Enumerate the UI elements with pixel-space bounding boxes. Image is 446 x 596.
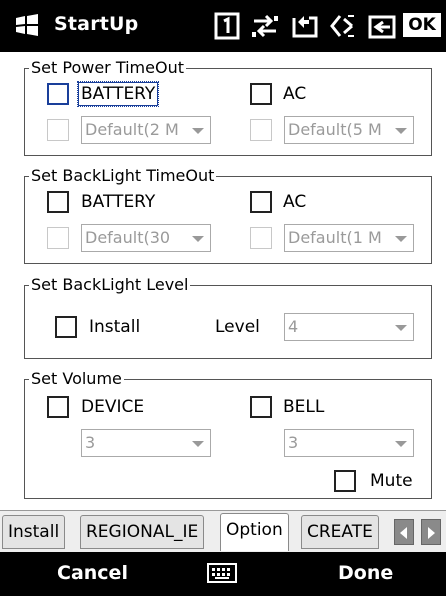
backlight-ac-timeout-select: Default(1 M [284, 224, 414, 252]
power-battery-timeout-value: Default(2 M [85, 120, 179, 139]
backlight-battery-timeout-select: Default(30 [81, 224, 211, 252]
volume-mute-label[interactable]: Mute [370, 470, 413, 492]
chevron-down-icon [395, 325, 407, 331]
volume-bell-select: 3 [284, 429, 414, 457]
backlight-level-legend: Set BackLight Level [29, 275, 191, 295]
backlight-ac-checkbox[interactable] [250, 191, 272, 213]
power-ac-label[interactable]: AC [283, 83, 306, 105]
backlight-level-value: 4 [288, 317, 299, 336]
volume-device-value: 3 [85, 433, 96, 452]
backlight-ac-timeout-value: Default(1 M [288, 228, 382, 247]
windows-start-icon[interactable] [14, 12, 40, 38]
volume-bell-label[interactable]: BELL [283, 396, 324, 418]
power-battery-timeout-select: Default(2 M [81, 116, 211, 144]
backlight-battery-label[interactable]: BATTERY [81, 191, 155, 213]
chevron-down-icon [395, 236, 407, 242]
tab-bar: Install REGIONAL_IE Option CREATE [0, 510, 446, 553]
volume-bell-checkbox[interactable] [250, 396, 272, 418]
backlight-battery-timeout-value: Default(30 [85, 228, 171, 247]
chevron-down-icon [192, 236, 204, 242]
power-ac-timeout-select: Default(5 M [284, 116, 414, 144]
power-battery-label[interactable]: BATTERY [76, 81, 160, 107]
volume-group: Set Volume DEVICE BELL 3 3 Mute [24, 369, 432, 499]
volume-legend: Set Volume [29, 369, 124, 389]
backlight-level-group: Set BackLight Level Install Level 4 [24, 275, 432, 359]
backlight-battery-default-checkbox [47, 227, 69, 249]
power-ac-default-checkbox [250, 119, 272, 141]
battery-icon[interactable] [289, 12, 319, 40]
volume-bell-value: 3 [288, 433, 299, 452]
backlight-ac-label[interactable]: AC [283, 191, 306, 213]
power-timeout-legend: Set Power TimeOut [29, 58, 186, 78]
backlight-ac-default-checkbox [250, 227, 272, 249]
backlight-level-label: Level [215, 317, 260, 337]
done-button[interactable]: Done [338, 562, 393, 584]
backlight-timeout-group: Set BackLight TimeOut BATTERY AC Default… [24, 166, 432, 264]
volume-mute-icon[interactable] [328, 12, 356, 40]
chevron-down-icon [395, 128, 407, 134]
cancel-button[interactable]: Cancel [57, 562, 128, 584]
backlight-level-select: 4 [284, 313, 414, 341]
ok-icon[interactable]: OK [403, 13, 441, 37]
power-battery-default-checkbox [47, 119, 69, 141]
backlight-timeout-legend: Set BackLight TimeOut [29, 166, 217, 186]
chevron-down-icon [395, 441, 407, 447]
tab-create[interactable]: CREATE [301, 515, 379, 549]
app-title: StartUp [54, 13, 139, 35]
chevron-down-icon [192, 441, 204, 447]
backlight-install-label[interactable]: Install [89, 316, 140, 338]
backlight-battery-checkbox[interactable] [47, 191, 69, 213]
chevron-down-icon [192, 128, 204, 134]
power-ac-checkbox[interactable] [250, 83, 272, 105]
power-timeout-group: Set Power TimeOut BATTERY AC Default(2 M… [24, 58, 432, 156]
sim-icon[interactable] [214, 12, 240, 40]
tab-install[interactable]: Install [2, 515, 66, 549]
tab-scroll-right-icon[interactable] [421, 519, 441, 545]
softkey-bar: Cancel Done [0, 552, 446, 596]
connectivity-icon[interactable] [250, 12, 280, 40]
tab-scroll-left-icon[interactable] [394, 519, 414, 545]
close-icon[interactable] [368, 12, 398, 40]
power-ac-timeout-value: Default(5 M [288, 120, 382, 139]
power-battery-checkbox[interactable] [47, 83, 69, 105]
backlight-install-checkbox[interactable] [55, 316, 77, 338]
volume-device-checkbox[interactable] [47, 396, 69, 418]
tab-option[interactable]: Option [220, 513, 289, 551]
keyboard-icon[interactable] [207, 562, 237, 584]
tab-regional-ie[interactable]: REGIONAL_IE [80, 515, 205, 549]
options-page: Set Power TimeOut BATTERY AC Default(2 M… [0, 52, 446, 510]
volume-device-label[interactable]: DEVICE [81, 396, 144, 418]
volume-mute-checkbox[interactable] [334, 470, 356, 492]
status-bar: StartUp OK [0, 0, 446, 52]
volume-device-select: 3 [81, 429, 211, 457]
